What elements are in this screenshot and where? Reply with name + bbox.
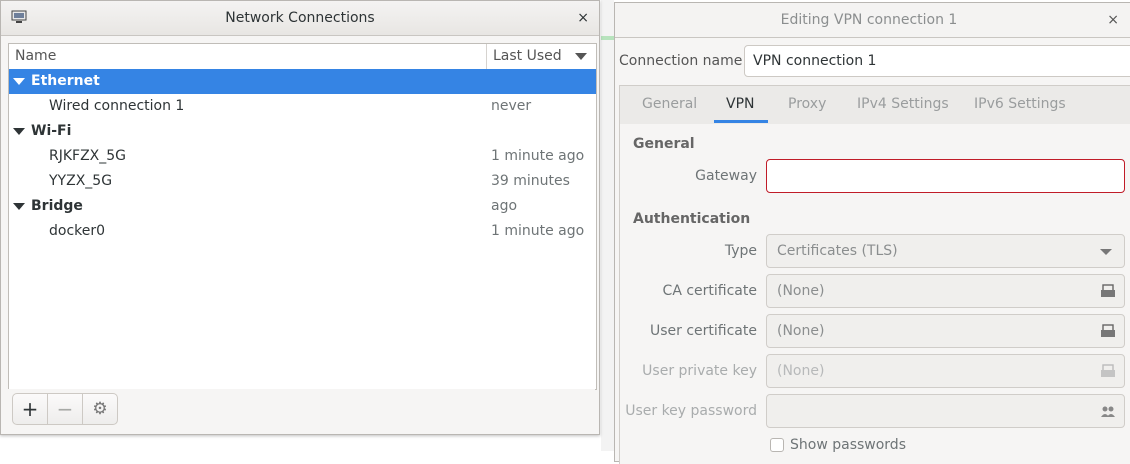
connection-row[interactable]: RJKFZX_5G 1 minute ago	[9, 144, 596, 169]
type-label: Type	[724, 243, 757, 259]
connection-name: RJKFZX_5G	[49, 148, 127, 164]
gateway-label: Gateway	[695, 168, 757, 184]
user-key-password-label: User key password	[625, 403, 757, 419]
titlebar: Editing VPN connection 1 ×	[615, 3, 1130, 38]
show-passwords-label[interactable]: Show passwords	[790, 437, 906, 454]
user-private-key-label: User private key	[642, 363, 757, 379]
show-passwords-checkbox[interactable]	[770, 438, 784, 452]
group-label: Wi-Fi	[31, 123, 72, 139]
expander-down-icon[interactable]	[13, 203, 25, 210]
connection-name-input[interactable]: VPN connection 1	[744, 45, 1130, 77]
connections-list: Name Last Used Ethernet Wired connection…	[8, 43, 597, 390]
remove-connection-button[interactable]: −	[47, 393, 83, 425]
connection-name: YYZX_5G	[49, 173, 113, 189]
connection-name: Wired connection 1	[49, 98, 185, 114]
expander-down-icon[interactable]	[13, 78, 25, 85]
connection-row[interactable]: YYZX_5G 39 minutes ago	[9, 169, 596, 214]
column-header-last-used[interactable]: Last Used	[493, 44, 562, 69]
file-chooser-icon[interactable]	[1100, 324, 1116, 338]
file-chooser-icon[interactable]	[1100, 284, 1116, 298]
section-title-general: General	[633, 136, 695, 152]
bottom-toolbar: + − ⚙	[8, 389, 595, 429]
connection-name: docker0	[49, 223, 106, 239]
sort-down-icon[interactable]	[575, 53, 587, 60]
gear-icon[interactable]: ⚙	[82, 393, 118, 425]
tab-proxy[interactable]: Proxy	[788, 86, 826, 123]
chevron-down-icon	[1100, 249, 1112, 255]
user-certificate-value: (None)	[777, 323, 825, 339]
connection-row[interactable]: docker0 1 minute ago	[9, 219, 596, 244]
section-title-authentication: Authentication	[633, 211, 751, 227]
column-header-name[interactable]: Name	[15, 44, 56, 69]
background-green-accent	[601, 36, 614, 40]
group-row-ethernet[interactable]: Ethernet	[9, 69, 596, 94]
group-row-wifi[interactable]: Wi-Fi	[9, 119, 596, 144]
tab-bar: General VPN Proxy IPv4 Settings IPv6 Set…	[619, 85, 1130, 125]
expander-down-icon[interactable]	[13, 128, 25, 135]
connection-row[interactable]: Wired connection 1 never	[9, 94, 596, 119]
group-label: Bridge	[31, 198, 83, 214]
ca-certificate-label: CA certificate	[662, 283, 757, 299]
add-connection-button[interactable]: +	[12, 393, 48, 425]
vpn-settings-panel: General Gateway Authentication Type Cert…	[619, 124, 1130, 464]
user-key-password-input[interactable]	[766, 394, 1125, 428]
type-select[interactable]: Certificates (TLS)	[766, 234, 1125, 268]
connection-last-used: 1 minute ago	[491, 223, 585, 239]
editing-vpn-window: Editing VPN connection 1 × Connection na…	[614, 2, 1130, 464]
connection-last-used: never	[491, 98, 532, 114]
column-separator	[486, 44, 487, 69]
user-private-key-chooser[interactable]: (None)	[766, 354, 1125, 388]
group-label: Ethernet	[31, 73, 100, 89]
users-icon[interactable]	[1100, 404, 1116, 418]
group-row-bridge[interactable]: Bridge	[9, 194, 596, 219]
connection-last-used: 1 minute ago	[491, 148, 585, 164]
close-icon[interactable]: ×	[1107, 3, 1119, 37]
ca-certificate-value: (None)	[777, 283, 825, 299]
list-header: Name Last Used	[9, 44, 596, 70]
titlebar: Network Connections ×	[1, 1, 599, 36]
tab-ipv6-settings[interactable]: IPv6 Settings	[974, 86, 1066, 123]
tab-ipv4-settings[interactable]: IPv4 Settings	[857, 86, 949, 123]
window-title: Editing VPN connection 1	[780, 12, 958, 28]
user-certificate-chooser[interactable]: (None)	[766, 314, 1125, 348]
close-icon[interactable]: ×	[577, 1, 589, 35]
background-strip	[601, 0, 614, 451]
user-private-key-value: (None)	[777, 363, 825, 379]
gateway-input[interactable]	[766, 159, 1125, 193]
window-title: Network Connections	[225, 10, 375, 26]
user-certificate-label: User certificate	[649, 323, 757, 339]
ca-certificate-chooser[interactable]: (None)	[766, 274, 1125, 308]
file-chooser-icon[interactable]	[1100, 364, 1116, 378]
type-select-value: Certificates (TLS)	[777, 243, 898, 259]
tab-general[interactable]: General	[642, 86, 697, 123]
connection-name-label: Connection name	[619, 53, 743, 69]
network-connections-window: Network Connections × Name Last Used Eth…	[0, 0, 600, 435]
tab-vpn[interactable]: VPN	[714, 86, 767, 123]
